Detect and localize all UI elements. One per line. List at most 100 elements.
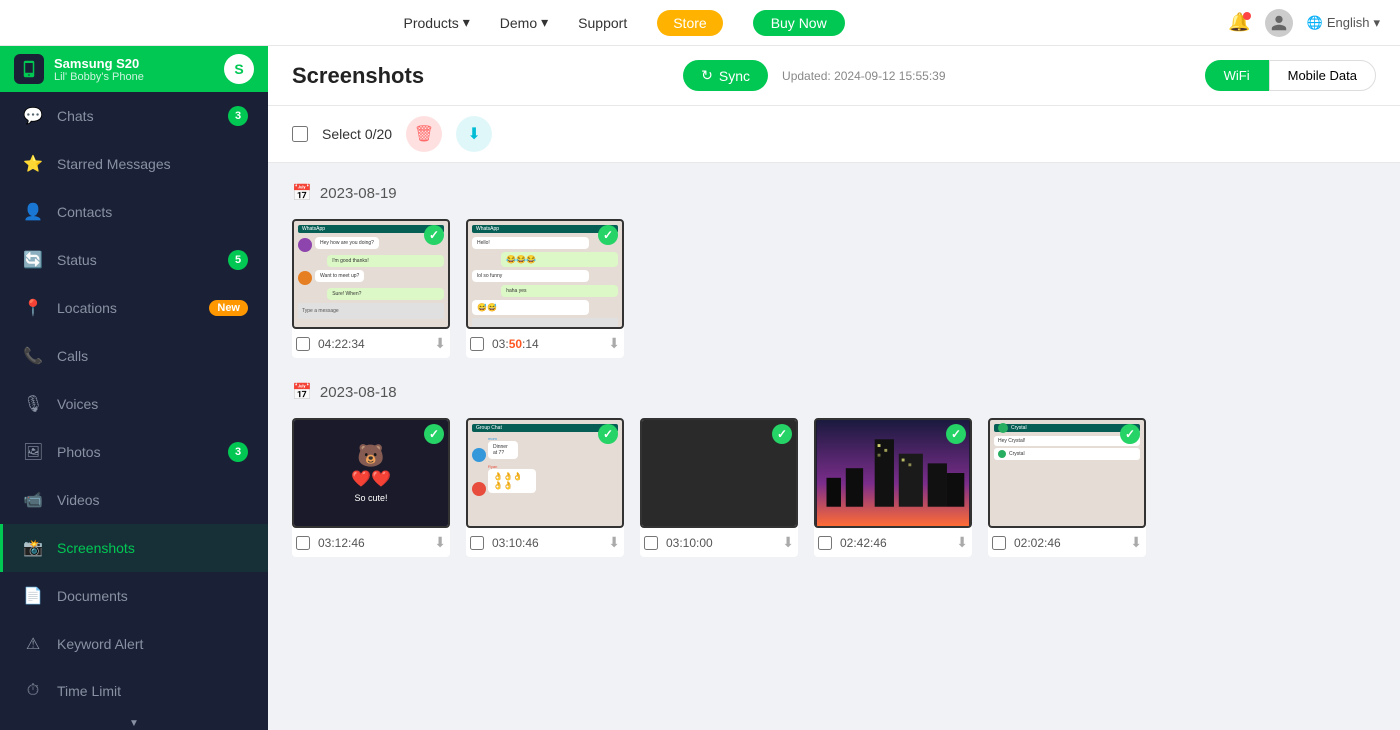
screenshot-footer: 02:42:46 ⬇ [814,528,972,557]
screenshot-image[interactable]: WhatsApp Hey how are you doing? I'm good… [292,219,450,329]
download-icon[interactable]: ⬇ [434,534,446,551]
sidebar-item-label: Screenshots [57,540,248,556]
screenshot-checkbox[interactable] [644,536,658,550]
sidebar-item-contacts[interactable]: 👤Contacts [0,188,268,236]
screenshot-time: 03:12:46 [318,536,426,550]
sidebar-item-locations[interactable]: 📍LocationsNew [0,284,268,332]
download-icon[interactable]: ⬇ [782,534,794,551]
voices-icon: 🎙 [23,394,43,414]
mobile-data-button[interactable]: Mobile Data [1269,60,1376,91]
select-all-checkbox[interactable] [292,126,308,142]
screenshot-checkbox[interactable] [818,536,832,550]
sidebar-item-label: Documents [57,588,248,604]
store-button[interactable]: Store [657,10,722,36]
download-icon[interactable]: ⬇ [434,335,446,352]
buynow-button[interactable]: Buy Now [753,10,845,36]
toolbar: Select 0/20 🗑 ⬇ [268,106,1400,163]
screenshot-card: 🐻 ❤️❤️ So cute! ✓ 03:12:46 ⬇ [292,418,450,557]
sidebar-item-chats[interactable]: 💬Chats3 [0,92,268,140]
date-header: 📅 2023-08-18 [292,382,1376,402]
screenshot-checkbox[interactable] [470,536,484,550]
screenshot-footer: 04:22:34 ⬇ [292,329,450,358]
sidebar-item-keyword-alert[interactable]: ⚠Keyword Alert [0,620,268,668]
status-icon: 🔄 [23,250,43,270]
contacts-icon: 👤 [23,202,43,222]
sidebar-item-time-limit[interactable]: ⏱Time Limit [0,668,268,714]
wifi-button[interactable]: WiFi [1205,60,1269,91]
sync-icon: ↻ [701,67,713,84]
date-section: 📅 2023-08-18 🐻 ❤️❤️ So cute! ✓ 03:12:46 ⬇ G… [292,382,1376,557]
download-button[interactable]: ⬇ [456,116,492,152]
screenshot-footer: 03:10:46⬇ [466,528,624,557]
screenshot-image[interactable]: Group Chat momDinner at 7? Ryan👌👌👌👌👌 ✓ [466,418,624,528]
notification-bell[interactable]: 🔔 [1228,12,1250,33]
screenshot-card: ✓ 02:42:46 ⬇ [814,418,972,557]
connection-toggle: WiFi Mobile Data [1205,60,1376,91]
sidebar-item-label: Chats [57,108,214,124]
device-sub: Lil' Bobby's Phone [54,71,214,83]
keyword-alert-icon: ⚠ [23,634,43,654]
screenshot-image[interactable]: WhatsApp Hello! 😂😂😂 lol so funny haha ye… [466,219,624,329]
sidebar-item-videos[interactable]: 📹 Videos [0,476,268,524]
screenshot-checkbox[interactable] [296,337,310,351]
screenshot-time: 04:22:34 [318,337,426,351]
screenshot-checkbox[interactable] [296,536,310,550]
whatsapp-icon: ✓ [1120,424,1140,444]
device-icon [14,54,44,84]
sidebar-item-status[interactable]: 🔄 Status 5 [0,236,268,284]
screenshots-grid: WhatsApp Hey how are you doing? I'm good… [292,219,1376,358]
screenshot-image[interactable]: ✓ [814,418,972,528]
sidebar-item-label: Locations [57,300,195,316]
date-label: 2023-08-18 [320,384,397,401]
calls-icon: 📞 [23,346,43,366]
nav-links: Products Demo Support Store Buy Now [404,10,845,36]
sidebar-badge: 3 [228,106,248,126]
videos-icon: 📹 [23,490,43,510]
language-selector[interactable]: 🌐 English [1307,15,1380,31]
time-limit-icon: ⏱ [23,682,43,700]
date-section: 📅2023-08-19 WhatsApp Hey how are you doi… [292,183,1376,358]
screenshot-image[interactable]: 🐻 ❤️❤️ So cute! ✓ [292,418,450,528]
content-header: Screenshots ↻ Sync Updated: 2024-09-12 1… [268,46,1400,106]
download-icon[interactable]: ⬇ [608,335,620,352]
sidebar-item-label: Voices [57,396,248,412]
screenshot-footer: 03:10:00⬇ [640,528,798,557]
screenshot-footer: 02:02:46⬇ [988,528,1146,557]
nav-demo[interactable]: Demo [500,14,548,31]
chevron-down-icon [463,14,470,31]
download-icon[interactable]: ⬇ [1130,534,1142,551]
screenshot-image[interactable]: Crystal Hey Crystal! Crystal ✓ [988,418,1146,528]
whatsapp-icon: ✓ [772,424,792,444]
sidebar-item-label: Videos [57,492,248,508]
content-area: Screenshots ↻ Sync Updated: 2024-09-12 1… [268,46,1400,730]
download-icon[interactable]: ⬇ [608,534,620,551]
sidebar-item-photos[interactable]: 🖼Photos3 [0,428,268,476]
screenshot-footer: 03:50:14⬇ [466,329,624,358]
sidebar-item-documents[interactable]: 📄 Documents [0,572,268,620]
nav-support[interactable]: Support [578,15,627,31]
screenshot-card: Crystal Hey Crystal! Crystal ✓02:02:46⬇ [988,418,1146,557]
screenshot-image[interactable]: ✓ [640,418,798,528]
screenshot-checkbox[interactable] [992,536,1006,550]
update-time: Updated: 2024-09-12 15:55:39 [782,69,945,83]
calendar-icon: 📅 [292,382,312,402]
documents-icon: 📄 [23,586,43,606]
sidebar-badge: 5 [228,250,248,270]
screenshot-time: 02:42:46 [840,536,948,550]
sidebar-item-voices[interactable]: 🎙 Voices [0,380,268,428]
nav-products[interactable]: Products [404,14,470,31]
sync-button[interactable]: ↻ Sync [683,60,768,91]
sidebar-item-screenshots[interactable]: 📸Screenshots [0,524,268,572]
download-icon[interactable]: ⬇ [956,534,968,551]
sidebar-item-starred[interactable]: ⭐Starred Messages [0,140,268,188]
locations-icon: 📍 [23,298,43,318]
whatsapp-icon: ✓ [424,424,444,444]
avatar[interactable] [1265,9,1293,37]
sidebar-item-calls[interactable]: 📞Calls [0,332,268,380]
whatsapp-icon: ✓ [946,424,966,444]
sidebar-item-label: Status [57,252,214,268]
screenshot-footer: 03:12:46 ⬇ [292,528,450,557]
photos-icon: 🖼 [23,442,43,462]
delete-button[interactable]: 🗑 [406,116,442,152]
screenshot-checkbox[interactable] [470,337,484,351]
